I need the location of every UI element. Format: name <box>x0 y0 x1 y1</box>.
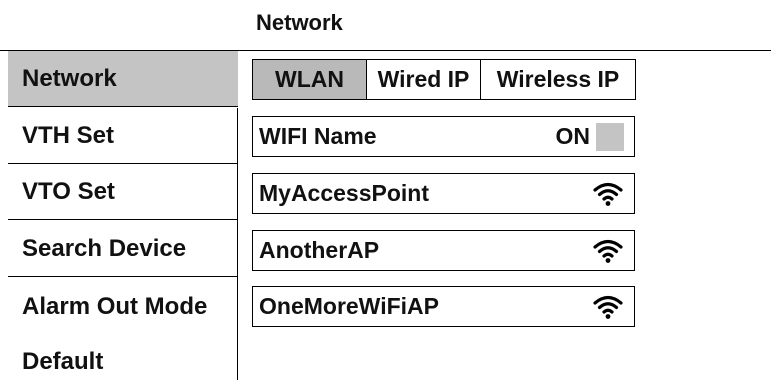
sidebar-divider <box>237 108 238 380</box>
wifi-ssid: MyAccessPoint <box>259 180 430 206</box>
wifi-name-label: WIFI Name <box>259 123 377 149</box>
tab-wired-ip[interactable]: Wired IP <box>365 59 482 100</box>
tab-bar: WLAN Wired IP Wireless IP <box>252 59 636 100</box>
sidebar: Network VTH Set VTO Set Search Device Al… <box>0 51 238 390</box>
tab-wireless-ip[interactable]: Wireless IP <box>480 59 636 100</box>
sidebar-item-label: Alarm Out Mode <box>22 292 208 320</box>
page-title: Network <box>256 10 343 35</box>
wifi-name-row: WIFI Name ON <box>252 116 635 157</box>
sidebar-item-search-device[interactable]: Search Device <box>8 221 238 277</box>
sidebar-item-label: VTO Set <box>22 177 115 205</box>
wifi-icon <box>592 180 624 208</box>
wifi-toggle[interactable] <box>596 122 624 151</box>
wifi-icon <box>592 237 624 265</box>
wifi-ssid: OneMoreWiFiAP <box>259 293 439 319</box>
sidebar-item-label: VTH Set <box>22 121 115 149</box>
tab-wlan[interactable]: WLAN <box>252 59 367 100</box>
wifi-network-item[interactable]: MyAccessPoint <box>252 173 635 214</box>
sidebar-item-label: Default <box>22 348 104 375</box>
wifi-ssid: AnotherAP <box>259 237 380 263</box>
sidebar-item-vto-set[interactable]: VTO Set <box>8 164 238 220</box>
wifi-network-item[interactable]: OneMoreWiFiAP <box>252 286 635 327</box>
wifi-icon <box>592 293 624 321</box>
wifi-toggle-label: ON <box>555 123 591 149</box>
sidebar-item-default[interactable]: Default <box>8 334 238 390</box>
wifi-network-item[interactable]: AnotherAP <box>252 230 635 271</box>
sidebar-item-alarm-out-mode[interactable]: Alarm Out Mode <box>8 279 238 335</box>
sidebar-item-vth-set[interactable]: VTH Set <box>8 108 238 164</box>
sidebar-item-label: Search Device <box>22 234 187 262</box>
sidebar-item-label: Network <box>22 64 117 92</box>
sidebar-item-network[interactable]: Network <box>8 51 238 107</box>
